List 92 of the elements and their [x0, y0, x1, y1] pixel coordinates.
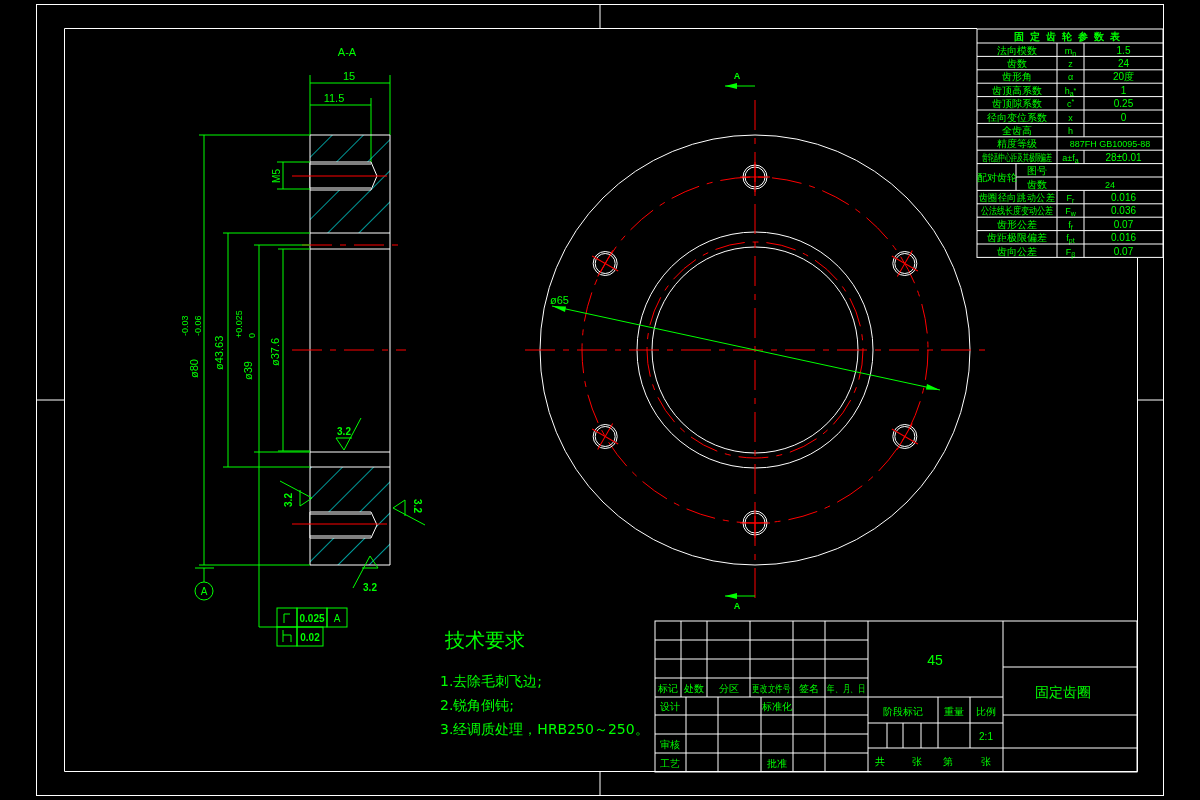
header-label: 签名: [799, 683, 819, 694]
approval-label: 审核: [660, 739, 680, 750]
table-value: 24: [1105, 179, 1115, 190]
header-label: 阶段标记: [883, 706, 923, 717]
requirement-text: 2.锐角倒钝;: [440, 697, 515, 713]
tolerance-text: +0.025: [234, 310, 244, 338]
table-value: 1: [1120, 84, 1127, 96]
section-label: A-A: [337, 46, 357, 58]
dimension-text: ø39: [242, 361, 254, 380]
approval-label: 标准化: [762, 701, 792, 712]
table-symbol: a±f$_{a}$: [1062, 152, 1079, 164]
requirement-text: 3.经调质处理，HRB250～250。: [440, 721, 649, 737]
header-label: 标记: [658, 683, 678, 694]
table-value: 0.036: [1111, 205, 1136, 217]
table-symbol: F$_{r}$: [1066, 192, 1075, 204]
tolerance-value: 0.02: [300, 632, 320, 643]
roughness-value: 3.2: [337, 426, 351, 437]
table-value: 0.07: [1113, 245, 1134, 257]
approval-label: 设计: [660, 701, 680, 712]
table-label: 齿顶高系数: [992, 84, 1042, 96]
table-symbol: F$_{β}$: [1065, 246, 1076, 258]
table-label: 精度等级: [997, 138, 1037, 150]
section-letter: A: [733, 601, 741, 611]
table-symbol: f$_{pt}$: [1066, 233, 1075, 245]
roughness-value: 3.2: [363, 582, 377, 593]
dimension-text: ø65: [550, 294, 569, 306]
dimension-text: ø80: [188, 359, 200, 378]
table-label: 齿距极限偏差: [987, 232, 1047, 244]
table-symbol: m$_{n}$: [1064, 45, 1077, 57]
thread-label: M5: [271, 169, 282, 183]
table-label: 齿轮副中心距及其极限偏差: [981, 151, 1053, 164]
approval-label: 批准: [767, 758, 787, 769]
dimension-text: ø43.63: [213, 335, 225, 370]
header-label: 分区: [718, 683, 739, 694]
requirements-title: 技术要求: [445, 628, 525, 652]
sheet-label: 共: [875, 756, 885, 767]
roughness-value: 3.2: [283, 493, 294, 507]
tolerance-text: 0: [247, 333, 257, 338]
header-label: 比例: [976, 706, 996, 717]
table-symbol: f$_{f}$: [1068, 219, 1073, 231]
table-label: 配对齿轮: [976, 172, 1017, 183]
scale-value: 2:1: [979, 731, 993, 742]
table-value: 0.016: [1111, 191, 1136, 203]
table-label: 齿顶隙系数: [992, 98, 1042, 110]
table-symbol: c$^{*}$: [1066, 98, 1075, 110]
table-value: 1.5: [1116, 44, 1131, 56]
tolerance-value: 0.025: [299, 613, 325, 624]
datum-letter: A: [333, 613, 341, 624]
table-label: 齿形角: [1002, 71, 1032, 83]
table-symbol: h: [1068, 125, 1073, 136]
table-label: 齿圈径向跳动公差: [979, 191, 1055, 203]
sheet-label: 张: [912, 756, 922, 767]
table-value: 20度: [1112, 71, 1135, 83]
table-label: 径向变位系数: [987, 111, 1047, 123]
header-label: 重量: [944, 706, 964, 717]
table-value: 887FH GB10095-88: [1069, 139, 1151, 150]
table-value: 0.07: [1113, 218, 1134, 230]
table-title: 固定齿轮参数表: [1014, 31, 1126, 42]
material-text: 45: [927, 652, 943, 668]
sheet-label: 张: [981, 756, 991, 767]
dimension-text: 11.5: [323, 92, 345, 104]
table-label: 齿数: [1007, 57, 1027, 69]
approval-label: 工艺: [660, 758, 680, 769]
table-label: 全齿高: [1002, 124, 1032, 136]
table-label: 齿形公差: [997, 218, 1037, 230]
table-value: 0: [1120, 111, 1127, 123]
header-label: 处数: [684, 683, 704, 694]
table-label: 齿向公差: [997, 245, 1037, 257]
table-symbol: α: [1067, 72, 1074, 83]
table-value: 28±0.01: [1105, 151, 1142, 163]
part-name: 固定齿圈: [1035, 684, 1091, 700]
table-value: 24: [1117, 57, 1130, 69]
table-label: 公法线长度变动公差: [981, 205, 1053, 217]
table-label: 图号: [1026, 165, 1047, 177]
sheet-label: 第: [943, 756, 953, 767]
dimension-text: 15: [342, 70, 356, 82]
header-label: 年、月、日: [827, 682, 866, 695]
table-symbol: F$_{w}$: [1065, 206, 1076, 218]
table-symbol: z: [1068, 58, 1073, 69]
datum-letter: A: [200, 586, 208, 597]
table-label: 齿数: [1026, 178, 1047, 190]
section-letter: A: [733, 71, 741, 81]
header-label: 更改文件号: [752, 682, 791, 695]
table-value: 0.25: [1113, 98, 1134, 110]
dimension-text: ø37.6: [269, 337, 281, 366]
table-label: 法向模数: [997, 44, 1037, 56]
roughness-value: 3.2: [412, 499, 423, 513]
tolerance-text: -0.03: [180, 315, 190, 336]
table-symbol: x: [1068, 112, 1073, 123]
tolerance-text: -0.06: [193, 315, 203, 336]
requirement-text: 1.去除毛刺飞边;: [440, 673, 543, 689]
table-value: 0.016: [1111, 232, 1136, 244]
